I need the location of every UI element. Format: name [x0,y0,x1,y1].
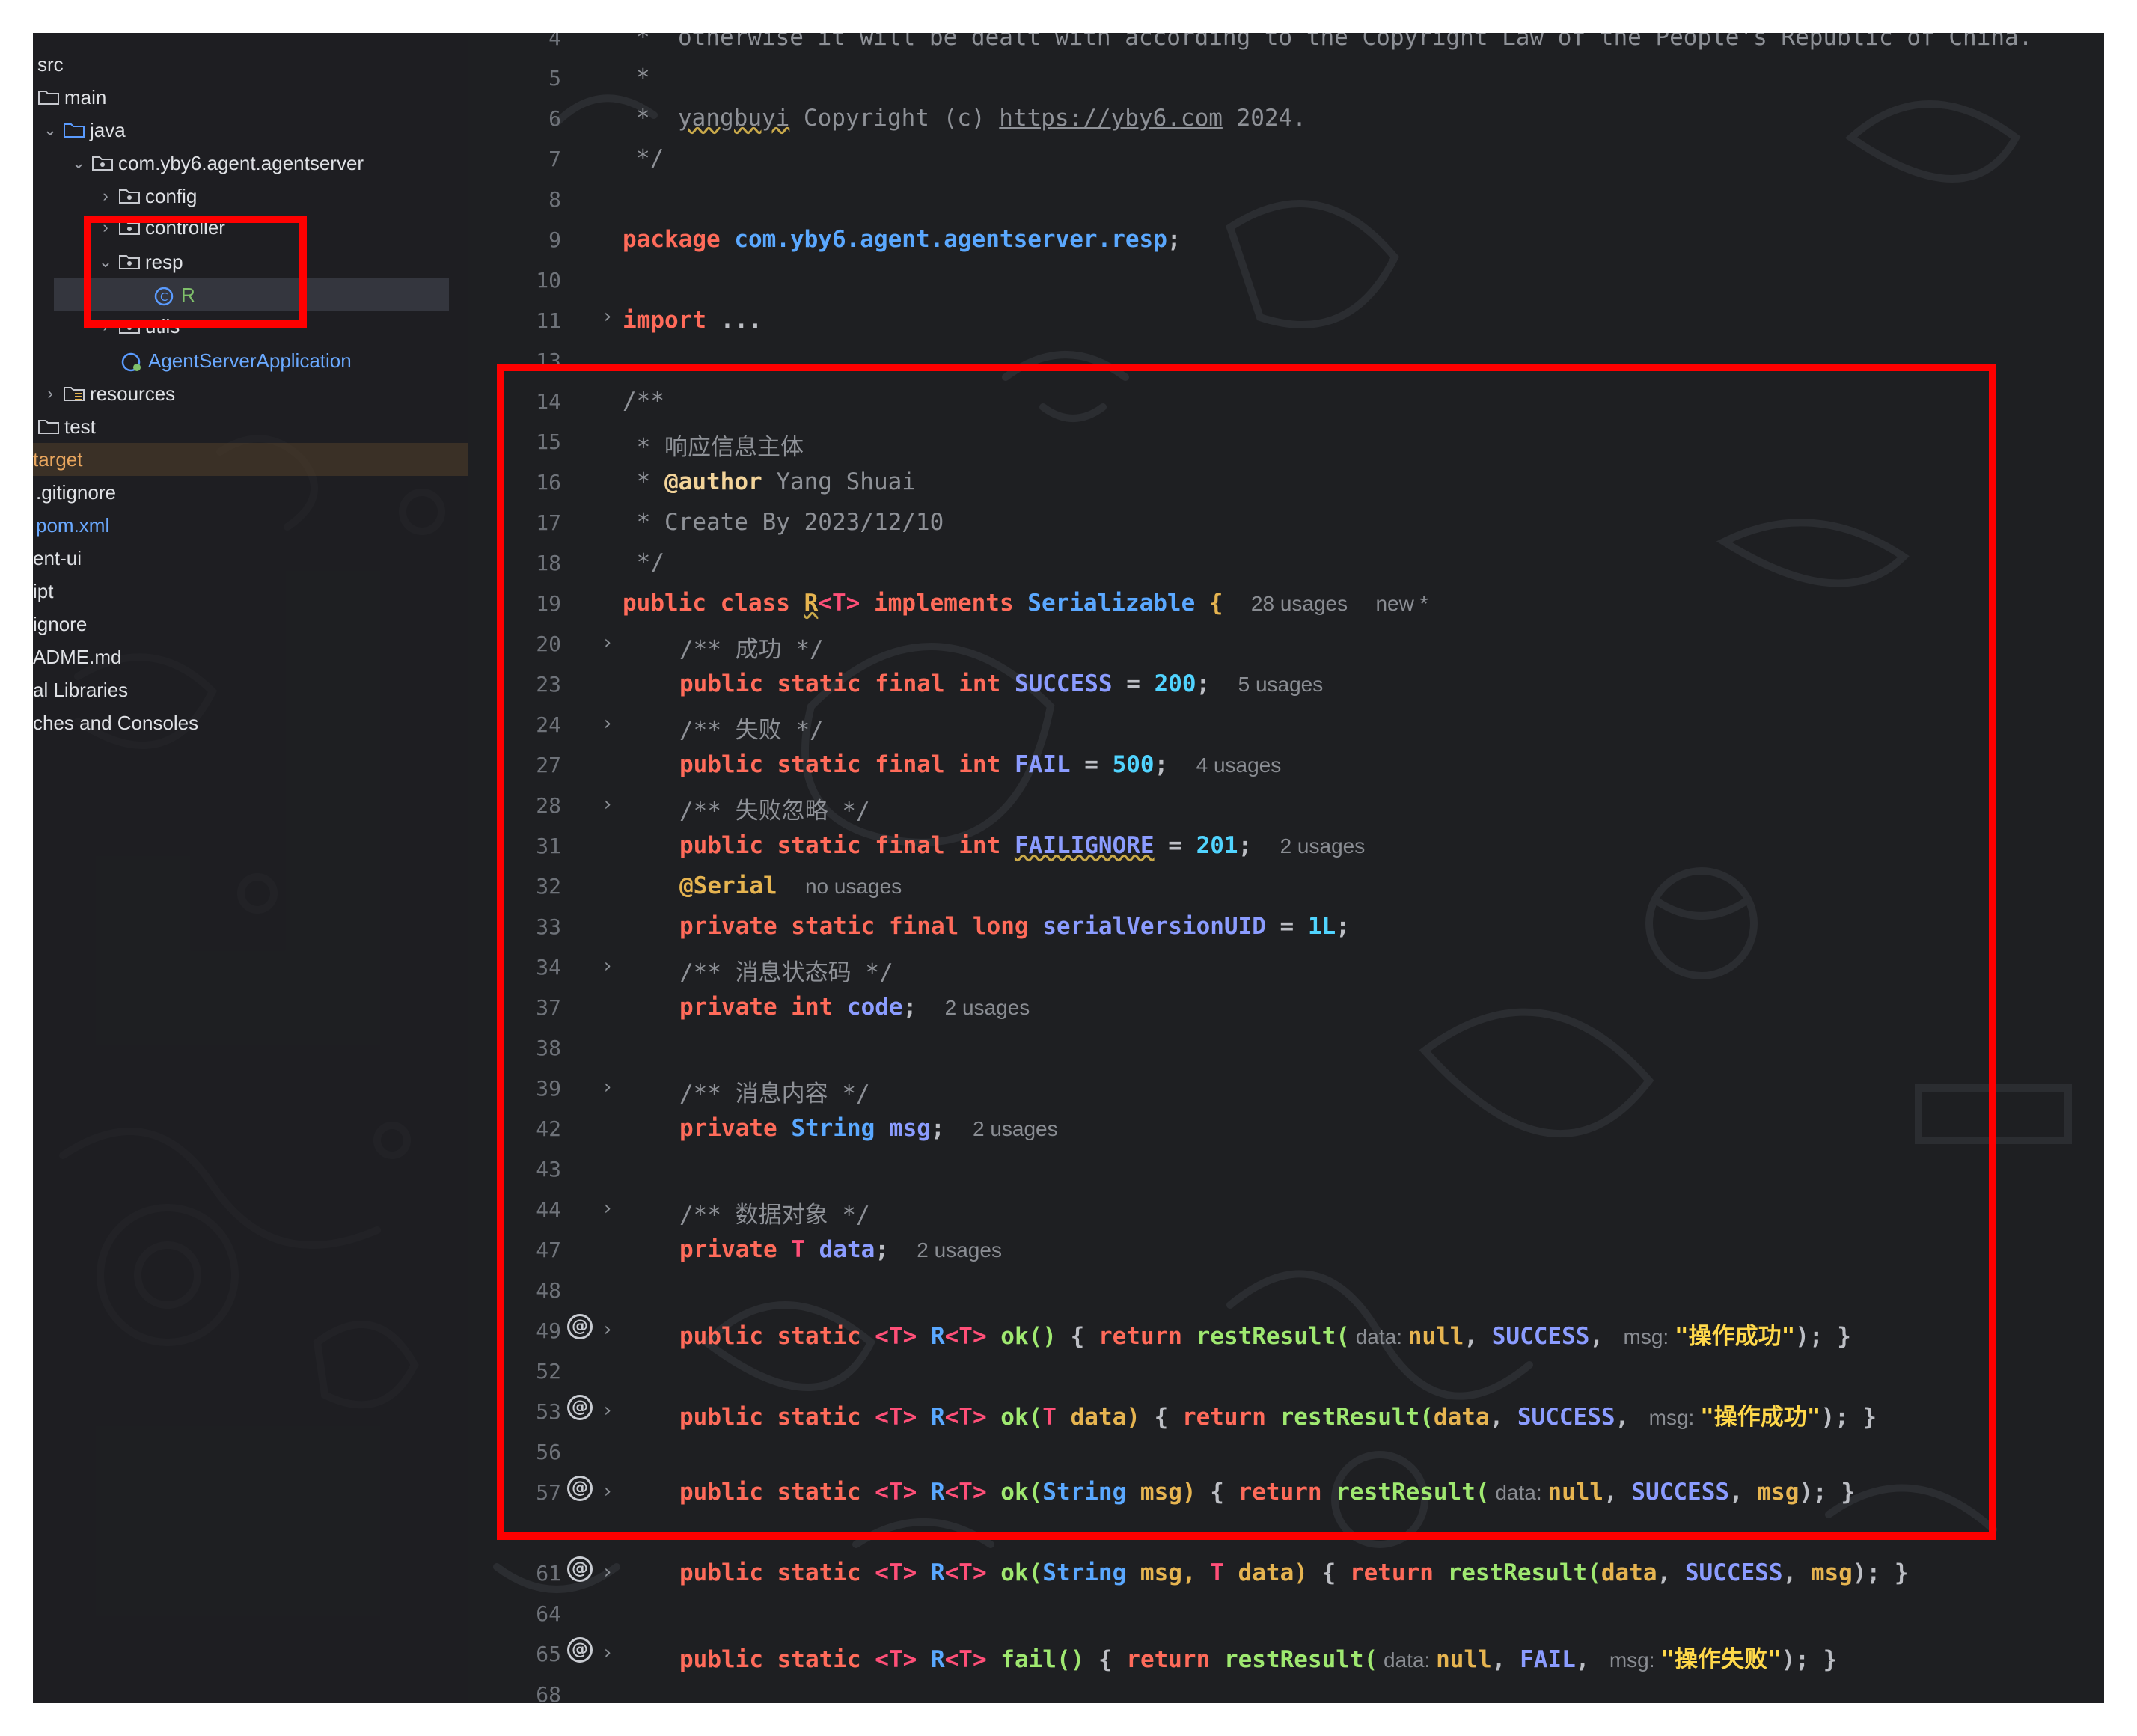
tree-item-label: java [90,118,126,141]
line-number: 64 [536,1601,561,1626]
tree-item-resources[interactable]: › resources [33,377,468,410]
code-line-comment: * [636,64,650,91]
line-number: 68 [536,1682,561,1703]
tree-item-label: .gitignore [36,480,116,504]
line-number: 5 [548,66,561,91]
folder-icon [37,89,60,106]
line-number: 65 [536,1642,561,1666]
implements-marker-icon[interactable]: @ [567,1637,593,1663]
folder-icon [37,418,60,435]
spring-boot-class-icon [121,352,144,372]
fold-marker-icon[interactable]: › [602,1561,617,1583]
line-number: 7 [548,147,561,171]
tree-item-gitignore[interactable]: .gitignore [33,476,468,509]
source-folder-icon [63,122,85,138]
code-line-package: package com.yby6.agent.agentserver.resp; [623,226,1181,253]
tree-item-label: pom.xml [36,513,110,537]
tree-item-label: test [64,415,96,438]
tree-item-label: ADME.md [33,645,122,668]
tree-item-ent-ui[interactable]: ent-ui [33,542,468,575]
line-number: 10 [536,268,561,293]
line-number: 6 [548,106,561,131]
tree-item-java[interactable]: ⌄ java [33,114,468,147]
chevron-right-icon[interactable]: › [97,186,114,206]
implements-marker-icon[interactable]: @ [567,1556,593,1582]
tree-item-label: ipt [33,579,54,602]
tree-item-src[interactable]: src [33,48,468,81]
tree-item-label: target [33,447,83,471]
tree-item-label: al Libraries [33,678,129,701]
tree-item-external-libraries[interactable]: al Libraries [33,673,468,706]
tree-item-label: config [145,184,198,207]
tree-item-agentserverapplication[interactable]: AgentServerApplication [33,344,468,377]
fold-marker-icon[interactable]: › [602,1642,617,1664]
code-line-method-fail: public static <T> R<T> fail() { return r… [679,1646,1838,1673]
code-line-import: import ... [623,307,762,334]
line-number: 9 [548,227,561,252]
chevron-down-icon[interactable]: ⌄ [70,153,87,173]
tree-item-test[interactable]: test [33,410,468,443]
code-line-method-ok-msg-data: public static <T> R<T> ok(String msg, T … [679,1559,1909,1586]
tree-item-label: ent-ui [33,546,82,569]
code-line-copyright-owner: * yangbuyi Copyright (c) https://yby6.co… [636,105,1306,132]
resources-folder-icon [63,385,85,402]
tree-item-main[interactable]: main [33,81,468,114]
code-line-copyright: * otherwise it will be dealt with accord… [636,33,2033,51]
highlight-box-code [497,364,1996,1540]
highlight-box-tree [84,216,307,328]
code-line-comment-end: */ [636,145,664,172]
chevron-right-icon[interactable]: › [42,384,58,403]
tree-item-config[interactable]: › config [33,180,468,213]
line-number: 11 [536,308,561,333]
tree-item-label: main [64,85,107,109]
tree-item-label: com.yby6.agent.agentserver [118,151,364,174]
tree-item-target[interactable]: target [33,443,468,476]
tree-item-readme[interactable]: ADME.md [33,641,468,673]
tree-item-scratches[interactable]: ches and Consoles [33,706,468,739]
package-icon [91,155,114,171]
tree-item-label: ches and Consoles [33,711,199,734]
line-number: 8 [548,187,561,212]
tree-item-pom[interactable]: pom.xml [33,509,468,542]
line-number: 61 [536,1561,561,1586]
tree-item-label: ignore [33,612,88,635]
ide-window: src main ⌄ java ⌄ com.yby6.agent.agentse… [33,33,2104,1703]
tree-item-ignore[interactable]: ignore [33,608,468,641]
tree-item-label: resources [90,382,176,405]
package-icon [118,188,141,204]
tree-item-ipt[interactable]: ipt [33,575,468,608]
tree-item-package-root[interactable]: ⌄ com.yby6.agent.agentserver [33,147,468,180]
line-number: 4 [548,33,561,50]
chevron-down-icon[interactable]: ⌄ [42,120,58,140]
fold-marker-icon[interactable]: › [602,305,617,328]
tree-item-label: src [37,52,64,76]
url-link[interactable]: https://yby6.com [999,105,1223,132]
tree-item-label: AgentServerApplication [148,349,352,372]
